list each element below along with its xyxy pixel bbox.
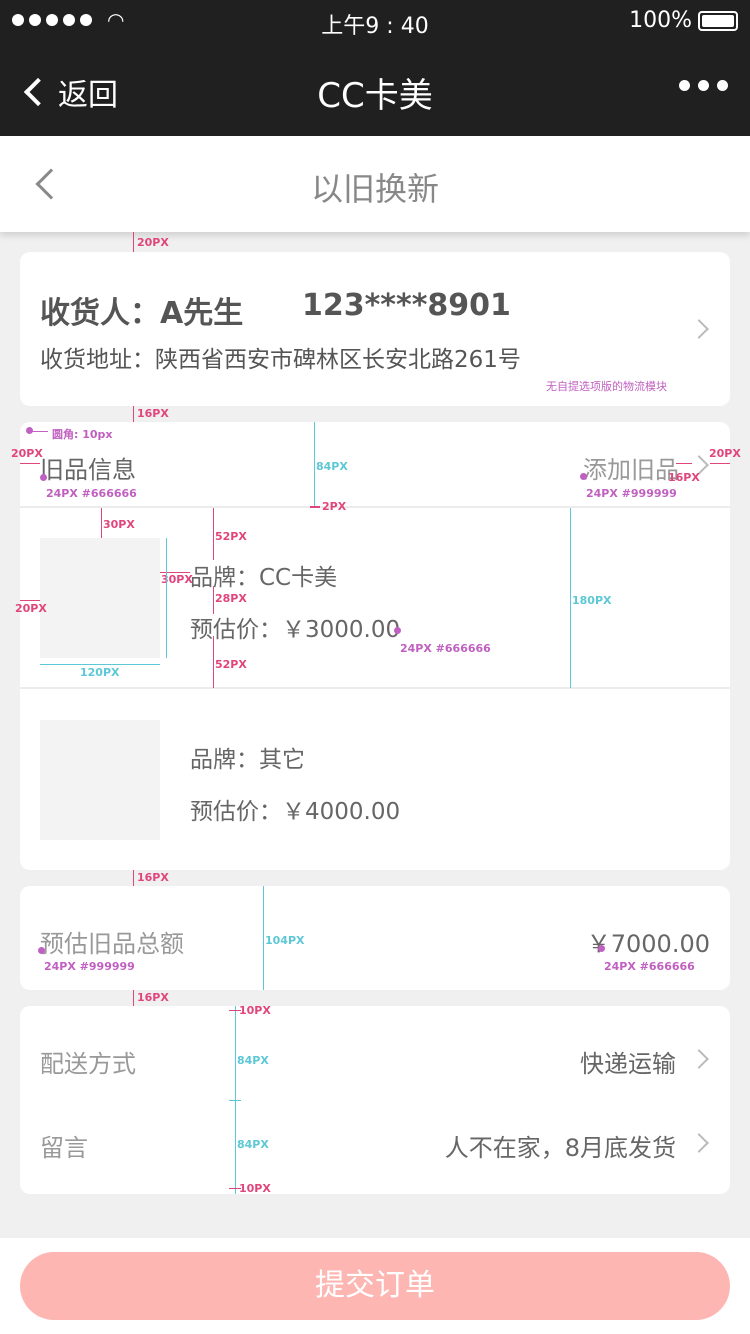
receiver-phone: 123****8901 (302, 288, 511, 323)
chevron-right-icon (689, 1133, 709, 1153)
brand-label: 品牌： (190, 565, 259, 591)
annotation-gap-20: 20PX (137, 236, 169, 249)
annotation-h104: 104PX (265, 934, 305, 947)
battery-icon (698, 10, 738, 31)
receiver-name: A先生 (160, 296, 244, 331)
price-label: 预估价： (190, 617, 282, 643)
annotation-m30-top: 30PX (103, 518, 135, 531)
price-value: ￥4000.00 (282, 799, 401, 825)
price-value: ￥3000.00 (282, 617, 401, 643)
divider (20, 687, 730, 689)
annotation-spec-total-value: 24PX #666666 (604, 960, 695, 973)
delivery-method-label: 配送方式 (40, 1050, 136, 1078)
nav-bar: 返回 CC卡美 (0, 40, 750, 136)
item-thumbnail (40, 720, 160, 840)
sub-header: 以旧换新 (0, 136, 750, 232)
annotation-line-2: 2PX (322, 500, 347, 513)
submit-bar: 提交订单 (0, 1238, 750, 1334)
annotation-pad-right-16: 16PX (668, 471, 700, 484)
message-label: 留言 (40, 1134, 88, 1162)
page-title: 以旧换新 (310, 170, 439, 208)
annotation-m28: 28PX (215, 592, 247, 605)
message-value: 人不在家，8月底发货 (444, 1134, 676, 1162)
price-label: 预估价： (190, 799, 282, 825)
address-card[interactable]: 收货人：A先生 123****8901 收货地址：陕西省西安市碑林区长安北路26… (20, 252, 730, 406)
annotation-m52-bottom: 52PX (215, 658, 247, 671)
address-value: 陕西省西安市碑林区长安北路261号 (155, 347, 521, 373)
delivery-card: 配送方式 快递运输 留言 人不在家，8月底发货 (20, 1006, 730, 1194)
annotation-m20-left: 20PX (15, 602, 47, 615)
add-old-item-button[interactable]: 添加旧品 (583, 450, 679, 485)
annotation-m10-top: 10PX (239, 1004, 271, 1017)
annotation-gap-16c: 16PX (137, 991, 169, 1004)
battery-percent: 100% (629, 8, 692, 33)
more-icon[interactable] (679, 80, 728, 91)
chevron-right-icon (689, 319, 709, 339)
divider (20, 506, 730, 508)
annotation-spec-price: 24PX #666666 (400, 642, 491, 655)
annotation-m52-top: 52PX (215, 530, 247, 543)
receiver-label: 收货人： (40, 296, 160, 331)
annotation-spec-total-label: 24PX #999999 (44, 960, 135, 973)
annotation-h84a: 84PX (237, 1054, 269, 1067)
annotation-gap-16: 16PX (137, 407, 169, 420)
old-items-title: 旧品信息 (40, 456, 136, 484)
annotation-radius: 圆角: 10px (52, 428, 113, 441)
annotation-m10-bottom: 10PX (239, 1182, 271, 1195)
annotation-pad-right-20: 20PX (709, 447, 741, 460)
annotation-h84b: 84PX (237, 1138, 269, 1151)
total-value: ￥7000.00 (586, 930, 710, 958)
submit-order-button[interactable]: 提交订单 (20, 1252, 730, 1320)
total-card: 预估旧品总额 ￥7000.00 (20, 886, 730, 990)
annotation-pad-left: 20PX (11, 447, 43, 460)
annotation-spec-add: 24PX #999999 (586, 487, 677, 500)
annotation-spec-title: 24PX #666666 (46, 487, 137, 500)
nav-title: CC卡美 (317, 76, 433, 116)
total-label: 预估旧品总额 (40, 930, 184, 958)
item-thumbnail (40, 538, 160, 658)
chevron-right-icon (689, 1049, 709, 1069)
address-note: 无自提选项版的物流模块 (546, 380, 667, 393)
annotation-gap-16b: 16PX (137, 871, 169, 884)
annotation-h84: 84PX (316, 460, 348, 473)
status-bar: ◠ 上午9 : 40 100% (0, 0, 750, 40)
delivery-method-value: 快递运输 (580, 1050, 676, 1078)
address-label: 收货地址： (40, 347, 155, 373)
annotation-h180: 180PX (572, 594, 612, 607)
brand-value: CC卡美 (259, 565, 338, 591)
brand-value: 其它 (259, 747, 305, 773)
brand-label: 品牌： (190, 747, 259, 773)
annotation-w120: 120PX (80, 666, 120, 679)
